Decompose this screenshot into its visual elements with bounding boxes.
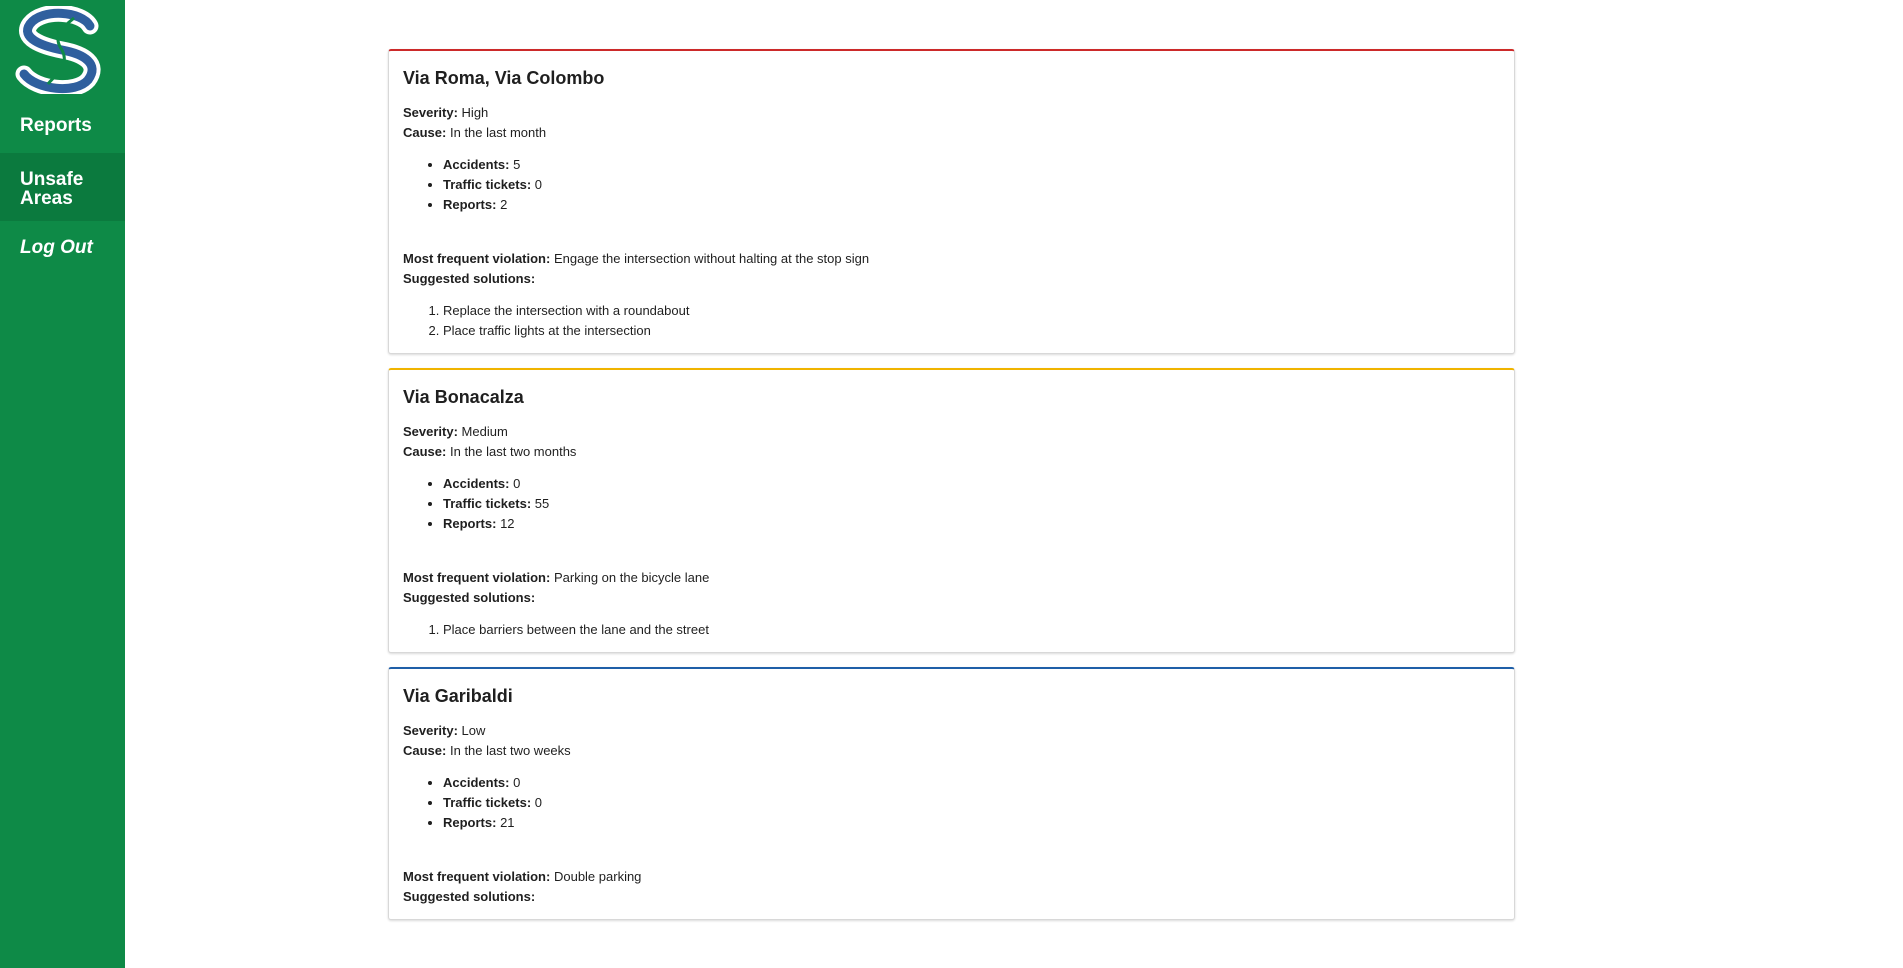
violation-label: Most frequent violation: [403, 869, 551, 884]
stats-list: Accidents: 0 Traffic tickets: 0 Reports:… [403, 773, 1500, 833]
stat-traffic-tickets: Traffic tickets: 0 [443, 793, 1500, 813]
stat-label: Reports: [443, 197, 497, 212]
severity-field: Severity: Low [403, 721, 1500, 741]
cause-field: Cause: In the last two weeks [403, 741, 1500, 761]
severity-value: Low [461, 723, 486, 738]
severity-field: Severity: Medium [403, 422, 1500, 442]
cause-value: In the last month [449, 125, 547, 140]
violation-label: Most frequent violation: [403, 251, 551, 266]
stat-value: 2 [500, 197, 508, 212]
stat-value: 0 [534, 795, 543, 810]
severity-label: Severity: [403, 105, 458, 120]
violation-value: Parking on the bicycle lane [553, 570, 710, 585]
area-title: Via Roma, Via Colombo [403, 68, 605, 88]
cause-value: In the last two months [449, 444, 577, 459]
sidebar: Reports Unsafe Areas Log Out [0, 0, 125, 968]
violation-label: Most frequent violation: [403, 570, 551, 585]
stat-accidents: Accidents: 5 [443, 155, 1500, 175]
unsafe-area-card: Via Bonacalza Severity: Medium Cause: In… [388, 368, 1515, 653]
stat-label: Accidents: [443, 476, 510, 491]
area-title: Via Garibaldi [403, 686, 513, 706]
severity-label: Severity: [403, 424, 458, 439]
solutions-heading: Suggested solutions: [403, 887, 1500, 907]
stat-value: 0 [513, 775, 521, 790]
violation-field: Most frequent violation: Double parking [403, 867, 1500, 887]
severity-value: Medium [461, 424, 508, 439]
solutions-label: Suggested solutions: [403, 889, 536, 904]
cause-label: Cause: [403, 125, 447, 140]
violation-value: Double parking [553, 869, 642, 884]
cause-field: Cause: In the last month [403, 123, 1500, 143]
solutions-label: Suggested solutions: [403, 271, 536, 286]
solutions-list: Place barriers between the lane and the … [403, 620, 1500, 640]
stat-accidents: Accidents: 0 [443, 773, 1500, 793]
unsafe-area-card: Via Garibaldi Severity: Low Cause: In th… [388, 667, 1515, 920]
stat-value: 21 [500, 815, 515, 830]
stat-reports: Reports: 12 [443, 514, 1500, 534]
solutions-list: Replace the intersection with a roundabo… [403, 301, 1500, 341]
sidebar-item-reports[interactable]: Reports [0, 116, 125, 150]
solution-item: Place traffic lights at the intersection [443, 321, 1500, 341]
main-content: Via Roma, Via Colombo Severity: High Cau… [388, 49, 1515, 934]
violation-value: Engage the intersection without halting … [553, 251, 870, 266]
sidebar-item-unsafe-areas[interactable]: Unsafe Areas [0, 153, 125, 221]
solutions-label: Suggested solutions: [403, 590, 536, 605]
stats-list: Accidents: 5 Traffic tickets: 0 Reports:… [403, 155, 1500, 215]
stat-value: 5 [513, 157, 521, 172]
stat-label: Traffic tickets: [443, 496, 532, 511]
solution-item: Replace the intersection with a roundabo… [443, 301, 1500, 321]
cause-field: Cause: In the last two months [403, 442, 1500, 462]
stat-value: 55 [534, 496, 550, 511]
solutions-heading: Suggested solutions: [403, 269, 1500, 289]
cause-label: Cause: [403, 444, 447, 459]
sidebar-item-log-out[interactable]: Log Out [0, 238, 125, 272]
stat-label: Accidents: [443, 775, 510, 790]
stat-value: 0 [513, 476, 521, 491]
violation-field: Most frequent violation: Parking on the … [403, 568, 1500, 588]
stat-label: Traffic tickets: [443, 177, 532, 192]
swirl-s-logo-icon[interactable] [12, 4, 112, 98]
stat-reports: Reports: 21 [443, 813, 1500, 833]
stat-value: 12 [500, 516, 515, 531]
cause-label: Cause: [403, 743, 447, 758]
stat-label: Reports: [443, 815, 497, 830]
area-title: Via Bonacalza [403, 387, 524, 407]
unsafe-area-card: Via Roma, Via Colombo Severity: High Cau… [388, 49, 1515, 354]
stat-value: 0 [534, 177, 543, 192]
violation-field: Most frequent violation: Engage the inte… [403, 249, 1500, 269]
severity-value: High [461, 105, 489, 120]
stat-reports: Reports: 2 [443, 195, 1500, 215]
severity-label: Severity: [403, 723, 458, 738]
stat-traffic-tickets: Traffic tickets: 55 [443, 494, 1500, 514]
solutions-heading: Suggested solutions: [403, 588, 1500, 608]
solution-item: Place barriers between the lane and the … [443, 620, 1500, 640]
stats-list: Accidents: 0 Traffic tickets: 55 Reports… [403, 474, 1500, 534]
stat-label: Traffic tickets: [443, 795, 532, 810]
cause-value: In the last two weeks [449, 743, 571, 758]
severity-field: Severity: High [403, 103, 1500, 123]
stat-label: Reports: [443, 516, 497, 531]
stat-label: Accidents: [443, 157, 510, 172]
stat-accidents: Accidents: 0 [443, 474, 1500, 494]
stat-traffic-tickets: Traffic tickets: 0 [443, 175, 1500, 195]
